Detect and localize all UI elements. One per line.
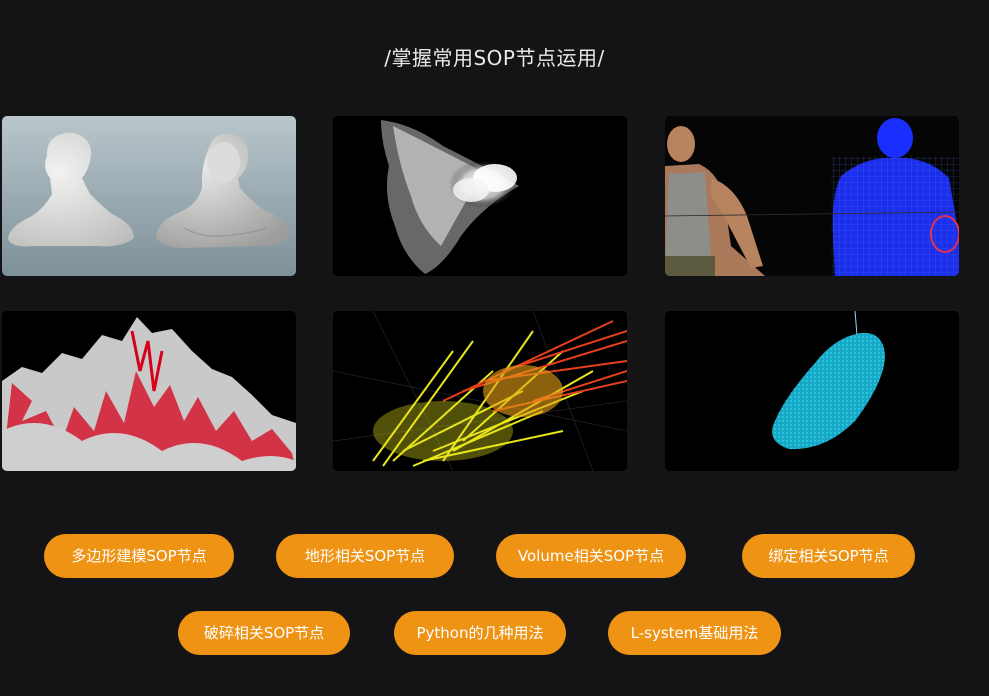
topic-terrain-sop[interactable]: 地形相关SOP节点 [276,534,454,578]
topic-rigging-sop[interactable]: 绑定相关SOP节点 [742,534,915,578]
topic-volume-sop[interactable]: Volume相关SOP节点 [496,534,686,578]
topic-fracture-sop[interactable]: 破碎相关SOP节点 [178,611,350,655]
sop-course-section: /掌握常用SOP节点运用/ 多边形建模SOP节点 地形相关SOP节点 Volum… [0,0,989,696]
topic-python-usage[interactable]: Python的几种用法 [394,611,566,655]
topic-lsystem-basics[interactable]: L-system基础用法 [608,611,781,655]
particles-illustration [333,311,627,471]
gallery-image-point-cloud [665,311,959,471]
point-cloud-illustration [665,311,959,471]
gallery-image-wireframe-character [665,116,959,276]
section-title: /掌握常用SOP节点运用/ [384,46,605,70]
gallery-image-terrain [2,311,296,471]
topic-polygon-modeling-sop[interactable]: 多边形建模SOP节点 [44,534,234,578]
terrain-illustration [2,311,296,471]
gallery-image-clay-busts [2,116,296,276]
character-illustration [665,116,959,276]
smoke-illustration [333,116,627,276]
clay-bust-illustration [2,116,296,276]
gallery-image-smoke [333,116,627,276]
gallery-image-particles [333,311,627,471]
